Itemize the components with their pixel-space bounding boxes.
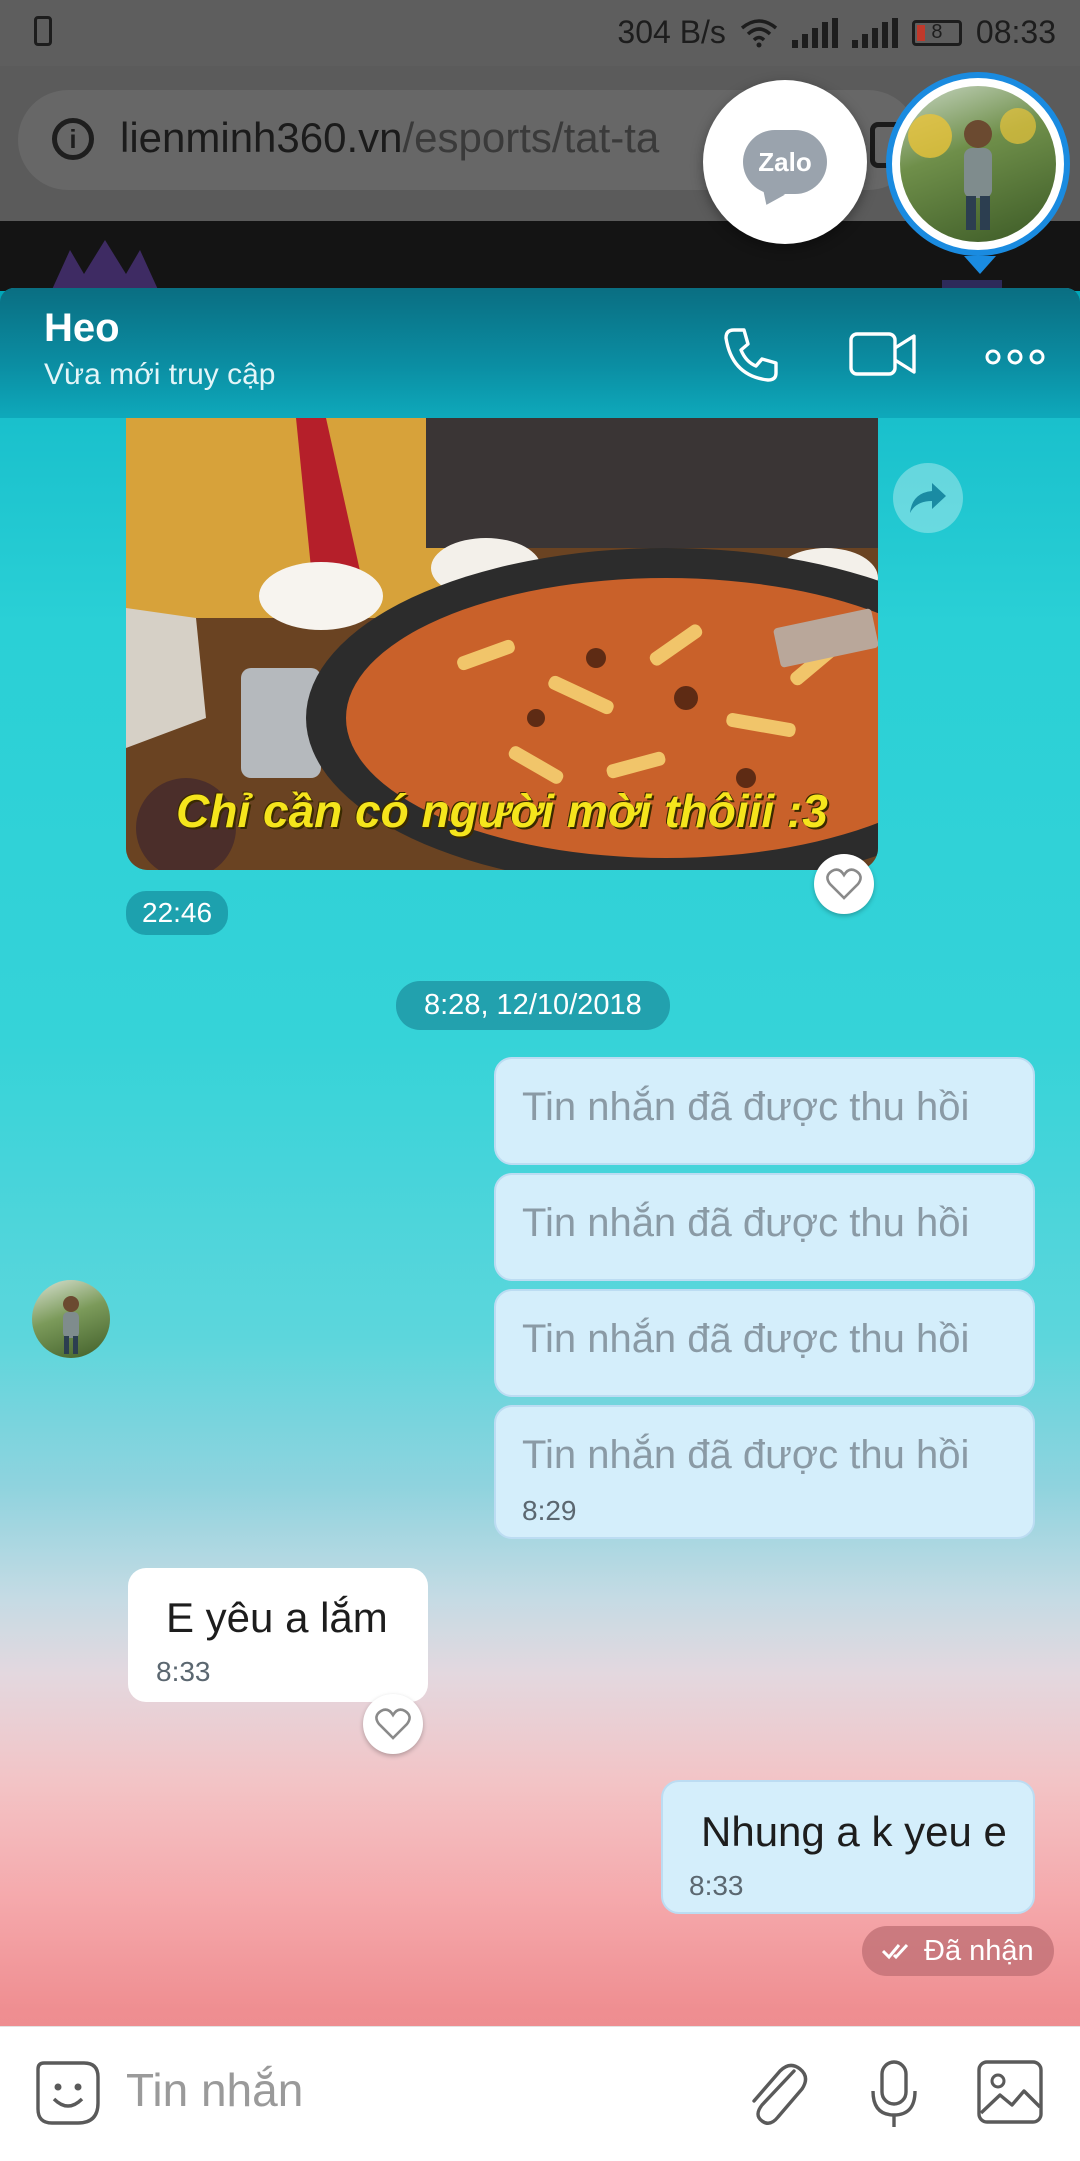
notification-battery-icon: [34, 16, 52, 46]
chat-window: Chỉ cần có người mời thôiii :3 22:46 8:2…: [0, 288, 1080, 2160]
recalled-message[interactable]: Tin nhắn đã được thu hồi: [494, 1173, 1035, 1281]
more-dots-icon[interactable]: [984, 348, 1046, 366]
status-indicators: 304 B/s 8 08:33: [617, 14, 1056, 51]
contact-avatar[interactable]: [32, 1280, 110, 1358]
signal-icon-2: [851, 17, 898, 48]
recalled-text: Tin nhắn đã được thu hồi: [522, 1317, 970, 1361]
contact-status: Vừa mới truy cập: [44, 358, 276, 391]
zalo-label: Zalo: [758, 146, 812, 177]
contact-name[interactable]: Heo: [44, 306, 120, 351]
battery-icon: 8: [911, 19, 962, 46]
outgoing-message[interactable]: Nhung a k yeu e 8:33: [661, 1780, 1035, 1914]
recalled-text: Tin nhắn đã được thu hồi: [522, 1085, 970, 1129]
clock: 08:33: [975, 14, 1056, 50]
microphone-icon[interactable]: [868, 2059, 920, 2131]
phone-icon[interactable]: [722, 326, 780, 384]
message-input[interactable]: Tin nhắn: [126, 2063, 303, 2117]
status-bar: 304 B/s 8 08:33: [0, 0, 1080, 66]
chat-header: Heo Vừa mới truy cập: [0, 288, 1080, 418]
url-path: /esports/tat-ta: [402, 114, 660, 161]
site-logo-icon: [50, 240, 160, 294]
wifi-icon: [740, 18, 778, 47]
double-check-icon: [882, 1943, 909, 1960]
message-time: 8:33: [156, 1656, 211, 1687]
zalo-logo-icon: Zalo: [743, 130, 827, 194]
heart-icon: [826, 868, 862, 900]
contact-avatar-image: [900, 86, 1056, 242]
message-input-bar: Tin nhắn: [0, 2026, 1080, 2161]
recalled-text: Tin nhắn đã được thu hồi: [522, 1201, 970, 1245]
delivery-status-text: Đã nhận: [924, 1934, 1034, 1967]
photo-message[interactable]: Chỉ cần có người mời thôiii :3: [126, 418, 878, 870]
heart-icon: [375, 1708, 411, 1740]
like-button[interactable]: [363, 1694, 423, 1754]
recalled-text: Tin nhắn đã được thu hồi: [522, 1433, 970, 1477]
video-camera-icon[interactable]: [848, 326, 918, 382]
date-separator: 8:28, 12/10/2018: [396, 981, 670, 1030]
delivery-status: Đã nhận: [862, 1926, 1054, 1976]
battery-level: 8: [931, 21, 943, 43]
info-icon[interactable]: i: [52, 118, 94, 160]
net-speed: 304 B/s: [617, 14, 726, 50]
paperclip-icon[interactable]: [744, 2059, 810, 2129]
signal-icon: [791, 17, 838, 48]
page-tab-indicator: [942, 280, 1002, 288]
url-host: lienminh360.vn: [120, 114, 403, 161]
recalled-message[interactable]: Tin nhắn đã được thu hồi: [494, 1289, 1035, 1397]
image-icon[interactable]: [976, 2059, 1044, 2125]
sticker-smile-icon[interactable]: [34, 2059, 102, 2127]
recalled-message[interactable]: Tin nhắn đã được thu hồi 8:29: [494, 1405, 1035, 1539]
incoming-message[interactable]: E yêu a lắm 8:33: [128, 1568, 428, 1702]
like-button[interactable]: [814, 854, 874, 914]
url-text[interactable]: lienminh360.vn/esports/tat-ta: [120, 114, 659, 162]
outgoing-text: Nhung a k yeu e: [701, 1808, 1007, 1855]
zalo-chat-head[interactable]: Zalo: [703, 80, 867, 244]
share-arrow-icon: [910, 483, 946, 513]
recalled-message[interactable]: Tin nhắn đã được thu hồi: [494, 1057, 1035, 1165]
incoming-text: E yêu a lắm: [166, 1594, 388, 1641]
photo-caption: Chỉ cần có người mời thôiii :3: [176, 785, 828, 837]
chat-head-pointer: [964, 256, 996, 274]
photo-time: 22:46: [126, 891, 229, 935]
share-button[interactable]: [893, 463, 963, 533]
contact-chat-head[interactable]: [886, 72, 1070, 256]
message-time: 8:29: [522, 1495, 577, 1526]
message-time: 8:33: [689, 1870, 744, 1901]
